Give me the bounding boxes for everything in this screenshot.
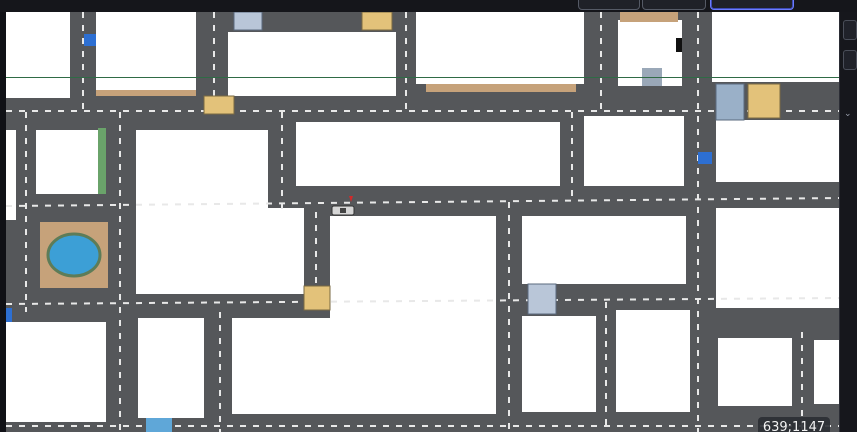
top-tab-1[interactable] <box>578 0 640 10</box>
building-icon <box>233 12 263 31</box>
car-window <box>340 208 346 213</box>
chevron-down-icon[interactable]: ⌄ <box>844 109 852 119</box>
sidewalk <box>426 84 576 92</box>
block <box>716 120 839 182</box>
block <box>36 130 98 194</box>
city-map[interactable]: 639;1147 <box>6 12 839 432</box>
pond-park <box>40 222 108 288</box>
block <box>522 316 596 412</box>
coordinate-readout: 639;1147 <box>758 417 830 432</box>
pond-icon <box>46 232 102 278</box>
block <box>616 310 690 412</box>
building-icon <box>527 283 557 315</box>
block <box>416 12 584 84</box>
block <box>712 12 839 82</box>
block <box>296 122 560 186</box>
top-tab-2[interactable] <box>642 0 706 10</box>
guide-line <box>6 77 839 78</box>
block <box>228 32 396 96</box>
block <box>136 130 268 294</box>
building-icon <box>146 418 172 432</box>
block <box>584 116 684 186</box>
block <box>330 216 496 318</box>
panel-button-second[interactable] <box>843 50 857 70</box>
block <box>718 338 792 406</box>
sidewalk <box>96 90 196 96</box>
road-sign-icon <box>84 34 96 46</box>
road-sign-icon <box>698 152 712 164</box>
block <box>6 12 70 98</box>
panel-button-top[interactable] <box>843 20 857 40</box>
block <box>138 318 204 418</box>
road-sign-icon <box>6 308 12 322</box>
block <box>232 318 496 414</box>
block <box>522 216 686 284</box>
block <box>96 12 196 92</box>
block <box>814 340 839 404</box>
building-icon <box>715 83 745 121</box>
building-icon <box>747 83 781 119</box>
building-icon <box>361 12 393 31</box>
block <box>716 208 839 308</box>
tree-row <box>98 128 106 194</box>
top-tab-active[interactable] <box>710 0 794 10</box>
block <box>268 208 304 294</box>
vehicle[interactable] <box>331 205 355 216</box>
post-icon <box>676 38 682 52</box>
right-side-panel: ⌄ <box>839 12 857 432</box>
building-icon <box>620 12 678 22</box>
building-icon <box>303 285 331 311</box>
building-icon <box>203 95 235 115</box>
block <box>6 322 106 422</box>
map-canvas[interactable] <box>6 12 839 432</box>
